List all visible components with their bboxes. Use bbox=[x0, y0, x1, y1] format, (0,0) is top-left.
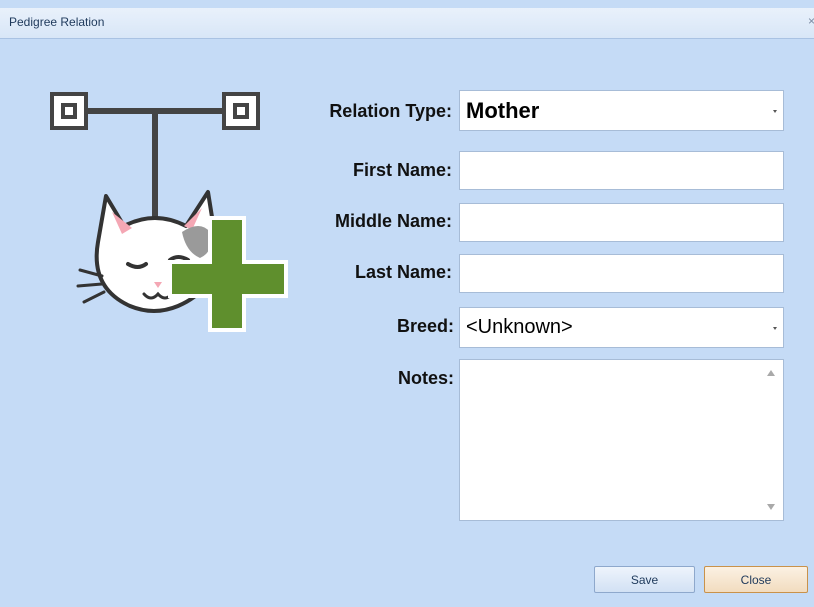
notes-label: Notes: bbox=[397, 368, 454, 388]
notes-textarea[interactable] bbox=[459, 359, 784, 521]
close-button[interactable]: Close bbox=[704, 566, 808, 593]
window-title: Pedigree Relation bbox=[9, 15, 105, 29]
pedigree-relation-dialog: Pedigree Relation × Relation Type: Mothe… bbox=[0, 0, 814, 607]
first-name-field[interactable] bbox=[459, 151, 784, 190]
relation-type-select[interactable]: Mother bbox=[459, 90, 784, 131]
save-button[interactable]: Save bbox=[594, 566, 695, 593]
chevron-down-icon[interactable] bbox=[773, 109, 777, 113]
first-name-label: First Name: bbox=[352, 160, 452, 180]
scroll-down-icon[interactable] bbox=[767, 504, 775, 510]
middle-name-field[interactable] bbox=[459, 203, 784, 242]
last-name-field[interactable] bbox=[459, 254, 784, 293]
title-bar: Pedigree Relation × bbox=[0, 8, 814, 39]
last-name-label: Last Name: bbox=[354, 262, 452, 282]
breed-select[interactable]: <Unknown> bbox=[459, 307, 784, 348]
relation-type-label: Relation Type: bbox=[329, 101, 452, 121]
middle-name-label: Middle Name: bbox=[334, 211, 452, 231]
breed-label: Breed: bbox=[396, 316, 454, 336]
close-window-icon[interactable]: × bbox=[808, 14, 814, 28]
scroll-up-icon[interactable] bbox=[767, 370, 775, 376]
breed-value: <Unknown> bbox=[466, 316, 573, 338]
pedigree-add-cat-icon bbox=[50, 92, 288, 332]
relation-type-value: Mother bbox=[466, 97, 540, 123]
chevron-down-icon[interactable] bbox=[773, 326, 777, 330]
